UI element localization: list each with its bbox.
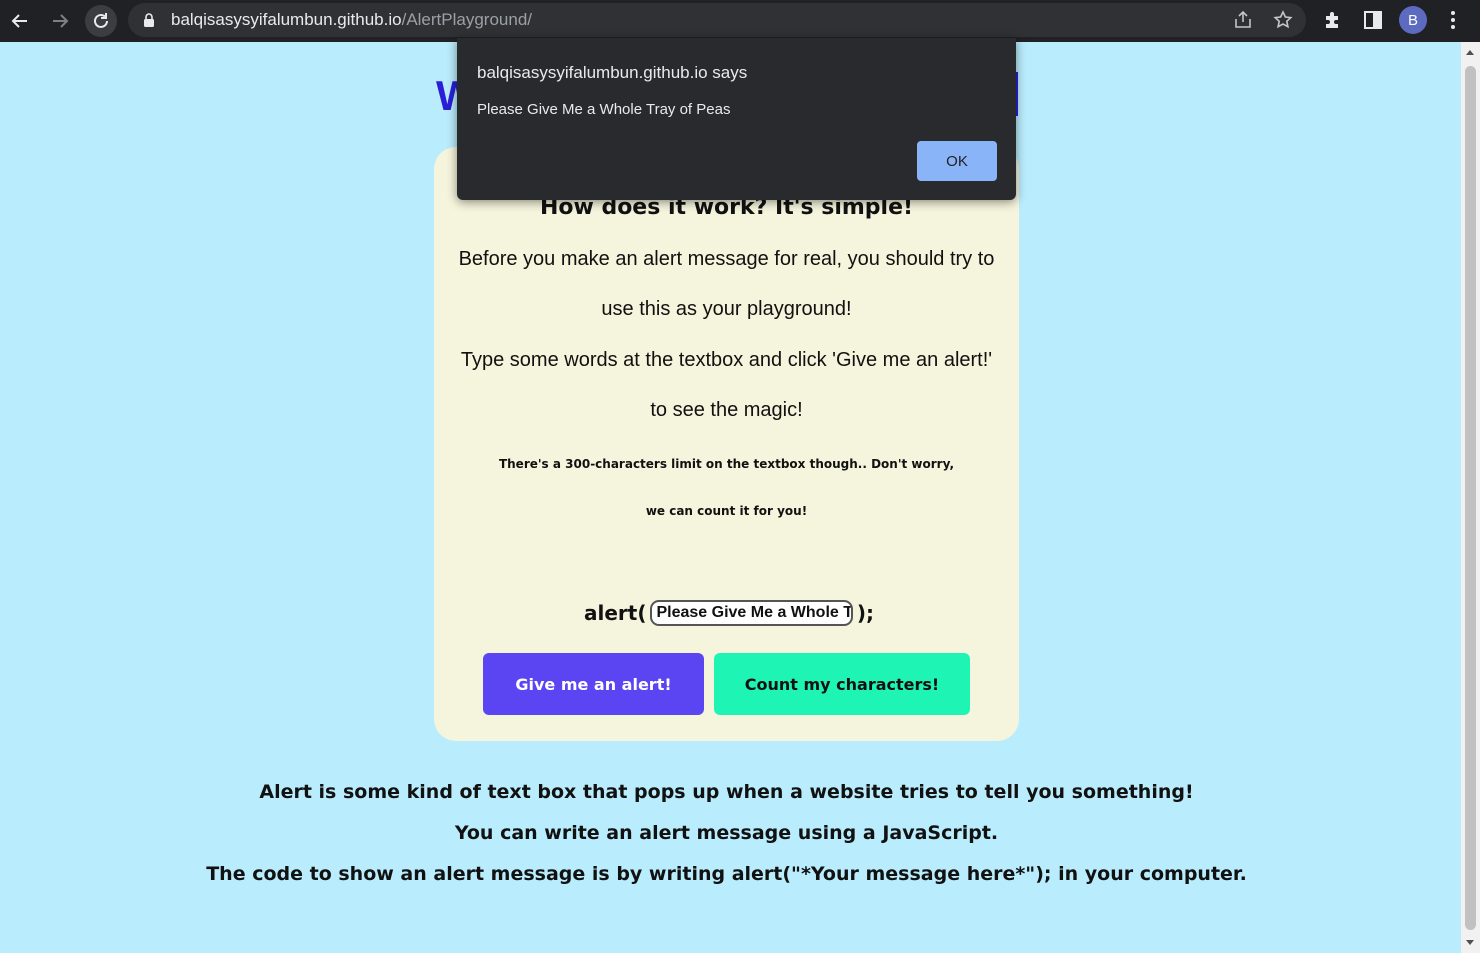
count-characters-button[interactable]: Count my characters! xyxy=(714,653,970,715)
alert-suffix: ); xyxy=(856,601,874,625)
address-bar[interactable]: balqisasysyifalumbun.github.io/AlertPlay… xyxy=(128,3,1306,37)
url-host: balqisasysyifalumbun.github.io xyxy=(171,10,402,29)
info-line-3: The code to show an alert message is by … xyxy=(206,863,1247,885)
back-arrow-icon xyxy=(11,14,27,28)
playground-card: How does it work? It's simple! Before yo… xyxy=(434,147,1019,741)
scroll-down-icon[interactable] xyxy=(1466,940,1474,945)
scrollbar-thumb[interactable] xyxy=(1465,66,1476,930)
dialog-message: Please Give Me a Whole Tray of Peas xyxy=(477,101,731,118)
bookmark-star-icon[interactable] xyxy=(1273,10,1293,30)
dialog-title: balqisasysyifalumbun.github.io says xyxy=(477,63,748,82)
intro-line-1: Before you make an alert message for rea… xyxy=(458,248,995,270)
intro-line-2: use this as your playground! xyxy=(601,298,852,320)
alert-prefix: alert( xyxy=(584,601,647,625)
reload-icon xyxy=(94,13,108,28)
dialog-ok-button[interactable]: OK xyxy=(917,141,997,181)
instruction-line-1: Type some words at the textbox and click… xyxy=(460,349,993,371)
side-panel-icon[interactable] xyxy=(1362,9,1384,31)
profile-avatar[interactable]: B xyxy=(1399,6,1427,34)
forward-button[interactable] xyxy=(44,5,76,37)
back-button[interactable] xyxy=(4,5,36,37)
reload-button[interactable] xyxy=(85,5,117,37)
url-path: /AlertPlayground/ xyxy=(401,10,532,29)
lock-icon[interactable] xyxy=(143,13,155,27)
info-line-2: You can write an alert message using a J… xyxy=(454,822,999,844)
limit-note-line-1: There's a 300-characters limit on the te… xyxy=(498,457,955,471)
forward-arrow-icon xyxy=(53,14,69,28)
extensions-puzzle-icon[interactable] xyxy=(1322,9,1344,31)
scroll-up-icon[interactable] xyxy=(1466,50,1474,55)
alert-code-row: alert( Please Give Me a Whole Tr ); xyxy=(584,599,874,627)
give-alert-button[interactable]: Give me an alert! xyxy=(483,653,704,715)
browser-toolbar: balqisasysyifalumbun.github.io/AlertPlay… xyxy=(0,0,1480,42)
limit-note-line-2: we can count it for you! xyxy=(645,504,808,518)
instruction-line-2: to see the magic! xyxy=(650,399,803,421)
url-text[interactable]: balqisasysyifalumbun.github.io/AlertPlay… xyxy=(171,10,532,30)
page-scrollbar[interactable] xyxy=(1461,42,1480,953)
info-line-1: Alert is some kind of text box that pops… xyxy=(259,781,1194,803)
menu-kebab-icon[interactable] xyxy=(1442,9,1464,31)
share-icon[interactable] xyxy=(1233,10,1253,30)
alert-message-input[interactable]: Please Give Me a Whole Tr xyxy=(650,600,853,626)
alert-dialog: balqisasysyifalumbun.github.io says Plea… xyxy=(457,38,1016,200)
